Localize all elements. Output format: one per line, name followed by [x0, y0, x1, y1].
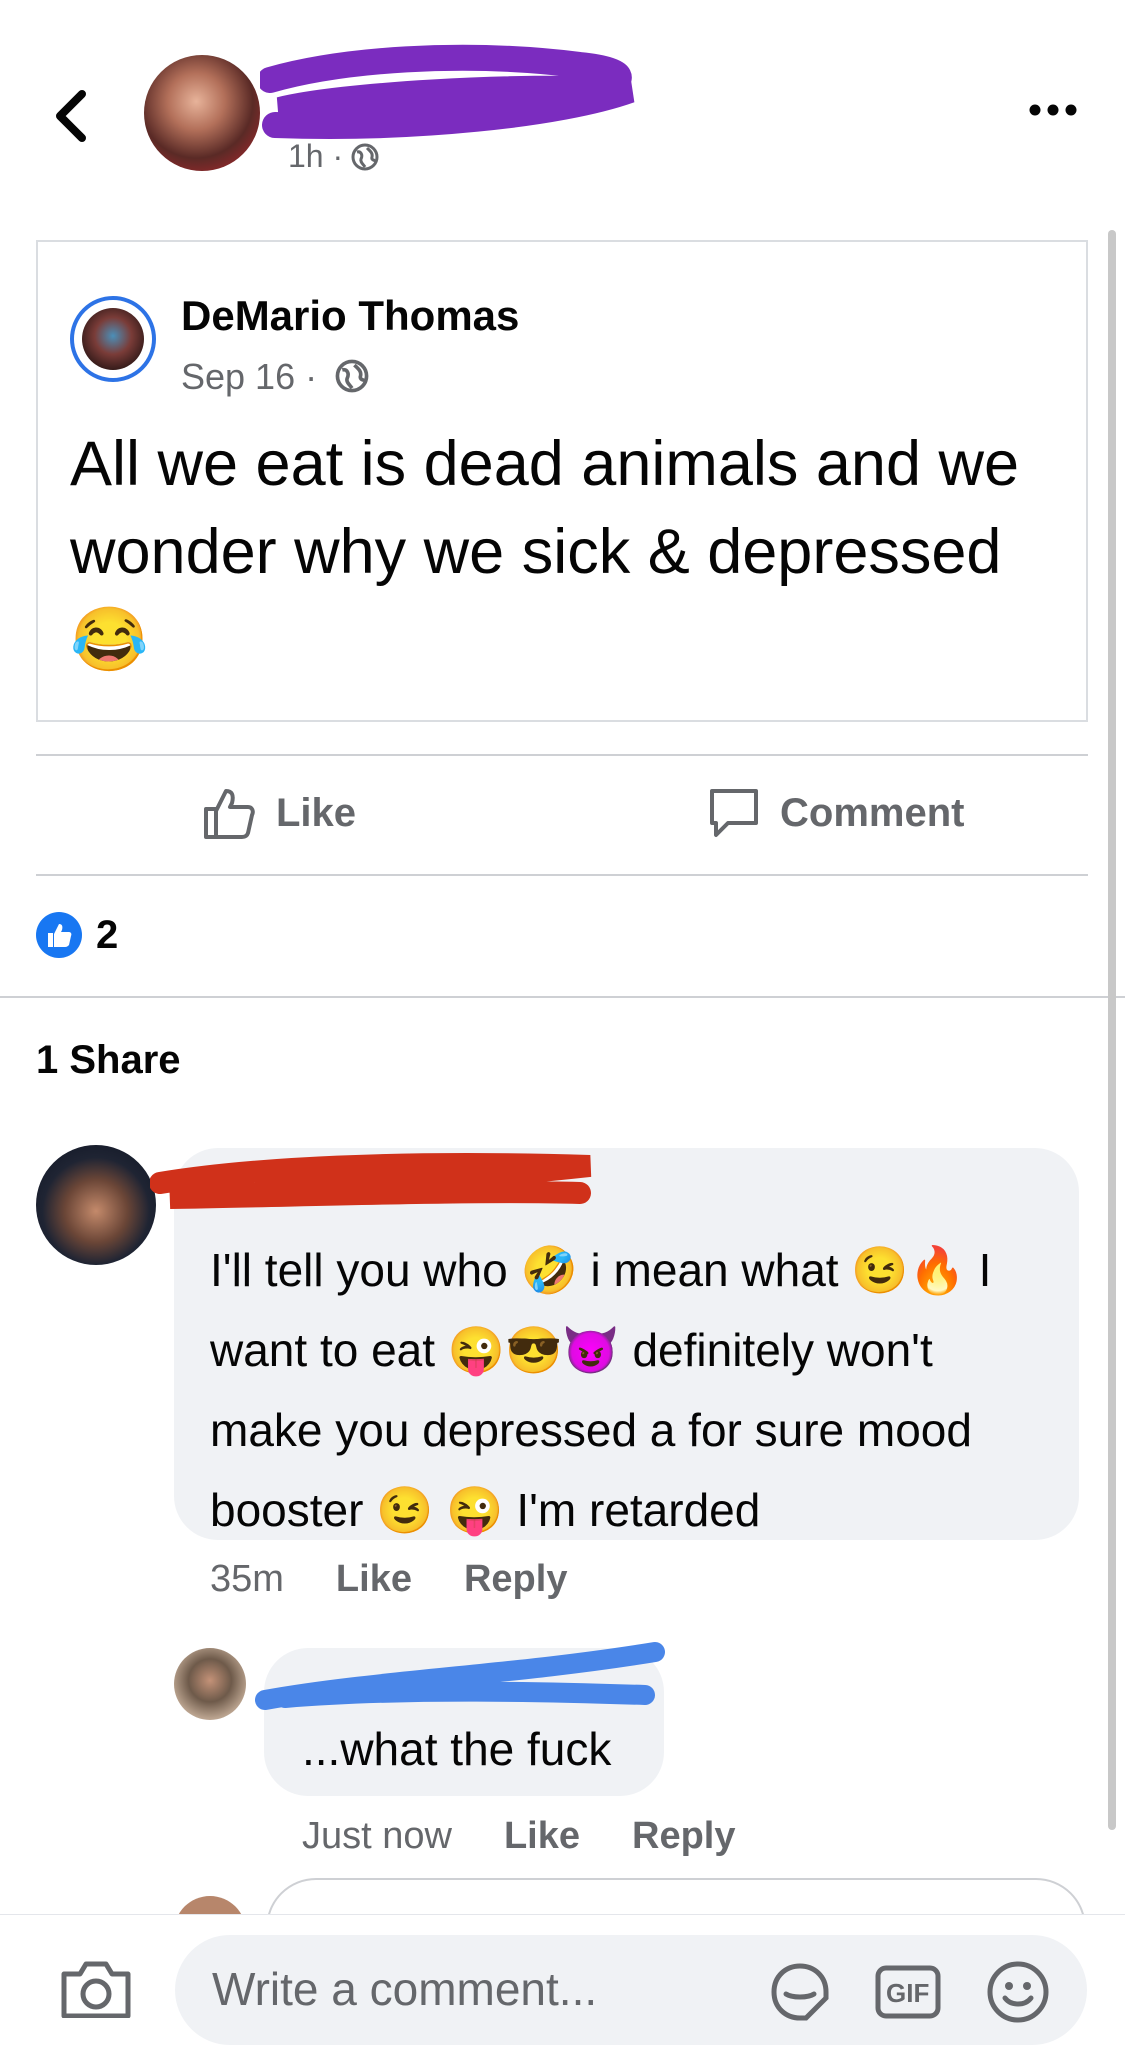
comment-meta: 35m Like Reply [210, 1558, 567, 1601]
share-count[interactable]: 1 Share [36, 1038, 181, 1083]
globe-icon [335, 359, 369, 393]
shared-post-text: All we eat is dead animals and we wonder… [70, 429, 1020, 675]
gif-button[interactable]: GIF [874, 1958, 942, 2026]
fire-emoji: 🔥 [908, 1244, 966, 1296]
name-redaction [260, 44, 635, 139]
name-redaction [150, 1153, 592, 1209]
post-time: 1h · [288, 138, 379, 175]
chevron-left-icon [56, 90, 86, 142]
comment-line: want to eat 😜😎😈 definitely won't [210, 1324, 933, 1376]
camera-button[interactable] [58, 1958, 134, 2019]
comment-input-placeholder[interactable]: Write a comment... [212, 1962, 597, 2016]
comment-text: I'll tell you who 🤣 i mean what 😉🔥 I wan… [210, 1230, 1070, 1550]
sticker-button[interactable] [766, 1958, 834, 2026]
comment-line: booster 😉 😜 I'm retarded [210, 1484, 761, 1536]
thumbs-up-icon [204, 789, 255, 839]
reply-reply-button[interactable]: Reply [632, 1815, 735, 1858]
sharer-avatar[interactable] [144, 55, 260, 171]
devil-emoji: 😈 [562, 1324, 620, 1376]
sticker-icon [771, 1963, 829, 2021]
wink-emoji: 😉 [851, 1244, 909, 1296]
divider [36, 874, 1088, 876]
scrollbar[interactable] [1108, 230, 1116, 1830]
tears-of-joy-emoji: 😂 [70, 605, 149, 675]
emoji-icon [987, 1961, 1049, 2023]
divider [36, 754, 1088, 756]
reaction-summary[interactable]: 2 [36, 912, 118, 958]
rofl-emoji: 🤣 [520, 1244, 578, 1296]
gif-label: GIF [886, 1978, 930, 2008]
camera-icon [61, 1961, 131, 2019]
comment-button[interactable]: Comment [706, 785, 964, 841]
original-author-name[interactable]: DeMario Thomas [181, 292, 519, 340]
more-options-button[interactable] [1028, 100, 1078, 120]
like-button[interactable]: Like [202, 785, 356, 841]
like-reaction-icon [36, 912, 82, 958]
divider [0, 996, 1125, 998]
reply-text: ...what the fuck [302, 1723, 612, 1775]
original-post-date: Sep 16 · [181, 356, 369, 398]
reply-like-button[interactable]: Like [504, 1815, 580, 1858]
more-icon [1029, 104, 1077, 116]
reply-meta: Just now Like Reply [302, 1815, 736, 1858]
comment-icon [710, 789, 758, 837]
comment-reply-button[interactable]: Reply [464, 1558, 567, 1601]
replier-avatar[interactable] [174, 1648, 246, 1720]
name-redaction [255, 1642, 665, 1710]
comment-line: I'll tell you who 🤣 i mean what 😉🔥 I [210, 1244, 992, 1296]
comment-like-button[interactable]: Like [336, 1558, 412, 1601]
sunglasses-emoji: 😎 [505, 1324, 563, 1376]
comment-line: make you depressed a for sure mood [210, 1404, 972, 1456]
reply-time: Just now [302, 1815, 452, 1857]
tongue-wink-emoji: 😜 [447, 1324, 506, 1376]
tongue-wink-emoji: 😜 [446, 1484, 504, 1536]
comment-time: 35m [210, 1558, 284, 1600]
original-author-avatar[interactable] [70, 296, 156, 382]
back-button[interactable] [48, 86, 98, 146]
globe-icon [351, 142, 379, 171]
wink-emoji: 😉 [376, 1484, 434, 1536]
emoji-button[interactable] [984, 1958, 1052, 2026]
commenter-avatar[interactable] [36, 1145, 156, 1265]
